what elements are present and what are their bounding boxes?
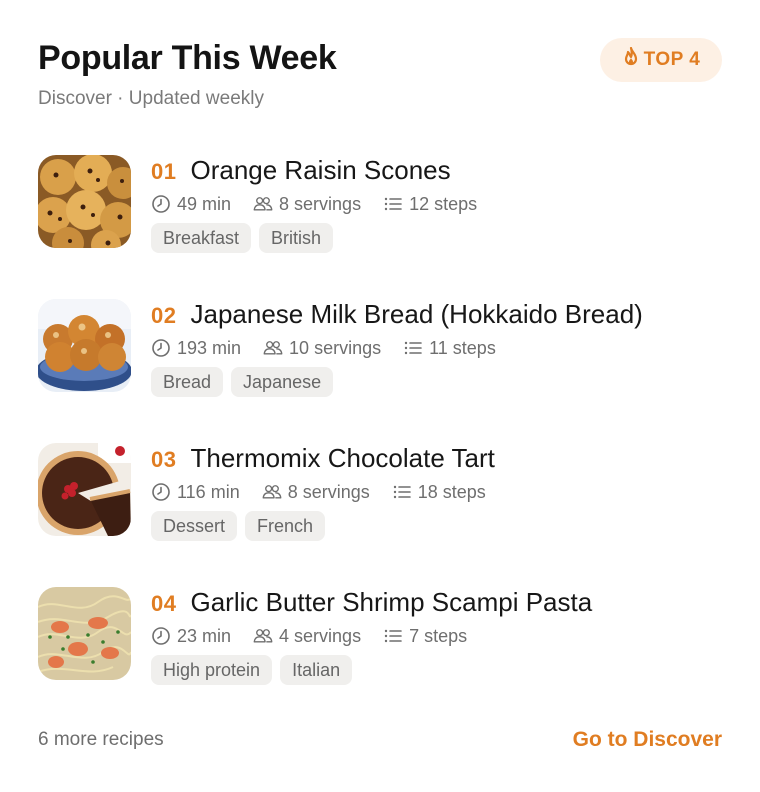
recipe-title[interactable]: Garlic Butter Shrimp Scampi Pasta [190, 587, 592, 618]
recipe-info: 02 Japanese Milk Bread (Hokkaido Bread) … [151, 299, 722, 397]
recipe-tag[interactable]: Dessert [151, 511, 238, 541]
recipe-steps: 18 steps [417, 481, 486, 502]
people-icon [263, 341, 283, 355]
recipe-list: 01 Orange Raisin Scones 49 min 8 serving… [38, 155, 722, 731]
recipe-info: 04 Garlic Butter Shrimp Scampi Pasta 23 … [151, 587, 722, 685]
recipe-title[interactable]: Japanese Milk Bread (Hokkaido Bread) [190, 299, 642, 330]
recipe-item[interactable]: 03 Thermomix Chocolate Tart 116 min 8 se… [38, 443, 722, 541]
people-icon [262, 485, 282, 499]
recipe-rank: 03 [151, 447, 177, 472]
recipe-item[interactable]: 01 Orange Raisin Scones 49 min 8 serving… [38, 155, 722, 253]
recipe-tag[interactable]: Breakfast [151, 223, 252, 253]
recipe-rank: 04 [151, 591, 177, 616]
recipe-servings: 4 servings [279, 625, 362, 646]
recipe-tags: Bread Japanese [151, 367, 722, 397]
recipe-steps: 12 steps [409, 193, 478, 214]
card-header: Popular This Week Discover · Updated wee… [38, 38, 722, 118]
recipe-time: 116 min [177, 481, 240, 502]
recipe-meta: 193 min 10 servings 11 steps [151, 337, 722, 359]
clock-icon [152, 627, 170, 645]
recipe-meta: 116 min 8 servings 18 steps [151, 481, 722, 503]
people-icon [253, 629, 273, 643]
recipe-time: 193 min [177, 337, 242, 358]
clock-icon [152, 339, 170, 357]
recipe-servings: 10 servings [289, 337, 382, 358]
recipe-tag[interactable]: British [259, 223, 334, 253]
recipe-tags: Dessert French [151, 511, 722, 541]
list-icon [404, 341, 422, 355]
recipe-thumbnail-shrimp-pasta[interactable] [38, 587, 131, 680]
list-icon [384, 629, 402, 643]
recipe-meta: 23 min 4 servings 7 steps [151, 625, 722, 647]
recipe-rank: 01 [151, 159, 177, 184]
list-icon [384, 197, 402, 211]
recipe-tag[interactable]: Japanese [231, 367, 334, 397]
people-icon [253, 197, 273, 211]
recipe-meta: 49 min 8 servings 12 steps [151, 193, 722, 215]
recipe-thumbnail-milk-bread[interactable] [38, 299, 131, 392]
recipe-tag[interactable]: High protein [151, 655, 273, 685]
recipe-rank: 02 [151, 303, 177, 328]
recipe-item[interactable]: 04 Garlic Butter Shrimp Scampi Pasta 23 … [38, 587, 722, 685]
recipe-tag[interactable]: French [245, 511, 326, 541]
recipe-tag[interactable]: Bread [151, 367, 224, 397]
recipe-time: 49 min [177, 193, 232, 214]
recipe-servings: 8 servings [279, 193, 362, 214]
recipe-steps: 11 steps [429, 337, 496, 358]
recipe-time: 23 min [177, 625, 232, 646]
recipe-title[interactable]: Thermomix Chocolate Tart [190, 443, 494, 474]
badge-label: TOP 4 [643, 49, 701, 70]
flame-icon [622, 46, 640, 73]
clock-icon [152, 483, 170, 501]
recipe-steps: 7 steps [409, 625, 468, 646]
more-recipes-count: 6 more recipes [38, 729, 164, 750]
recipe-tag[interactable]: Italian [280, 655, 353, 685]
card-subtitle: Discover · Updated weekly [38, 88, 264, 109]
card-footer: 6 more recipes Go to Discover [38, 728, 722, 752]
recipe-item[interactable]: 02 Japanese Milk Bread (Hokkaido Bread) … [38, 299, 722, 397]
go-to-discover-link[interactable]: Go to Discover [573, 728, 722, 752]
recipe-thumbnail-scones[interactable] [38, 155, 131, 248]
recipe-tags: High protein Italian [151, 655, 722, 685]
list-icon [393, 485, 411, 499]
clock-icon [152, 195, 170, 213]
recipe-tags: Breakfast British [151, 223, 722, 253]
recipe-thumbnail-chocolate-tart[interactable] [38, 443, 131, 536]
recipe-info: 01 Orange Raisin Scones 49 min 8 serving… [151, 155, 722, 253]
recipe-servings: 8 servings [287, 481, 370, 502]
recipe-info: 03 Thermomix Chocolate Tart 116 min 8 se… [151, 443, 722, 541]
top-badge: TOP 4 [600, 38, 722, 82]
popular-recipes-card: Popular This Week Discover · Updated wee… [0, 0, 760, 792]
recipe-title[interactable]: Orange Raisin Scones [190, 155, 450, 186]
